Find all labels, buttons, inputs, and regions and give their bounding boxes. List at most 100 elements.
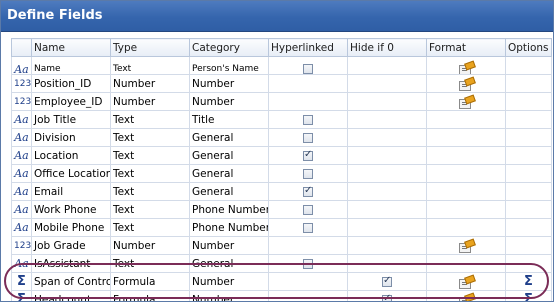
format-brush-icon[interactable] xyxy=(459,274,476,289)
format-brush-icon[interactable] xyxy=(459,292,476,301)
hyperlinked-checkbox[interactable] xyxy=(303,114,313,125)
field-category-cell[interactable]: Number xyxy=(189,236,269,255)
table-row[interactable]: Aa Name Text Person's Name xyxy=(11,56,552,75)
field-name-cell[interactable]: Email xyxy=(31,182,111,201)
field-type-cell[interactable]: Text xyxy=(110,218,190,237)
field-type-cell[interactable]: Number xyxy=(110,92,190,111)
column-header-format[interactable]: Format xyxy=(426,38,506,57)
hyperlinked-checkbox[interactable] xyxy=(303,132,313,143)
options-cell[interactable]: Σ xyxy=(505,272,552,291)
format-cell[interactable] xyxy=(426,92,506,111)
options-cell[interactable] xyxy=(505,146,552,165)
formula-options-sigma-icon[interactable]: Σ xyxy=(524,274,533,289)
field-name-cell[interactable]: Mobile Phone xyxy=(31,218,111,237)
field-name-cell[interactable]: Location xyxy=(31,146,111,165)
field-type-cell[interactable]: Text xyxy=(110,254,190,273)
field-type-cell[interactable]: Formula xyxy=(110,290,190,301)
field-type-cell[interactable]: Text xyxy=(110,56,190,75)
options-cell[interactable] xyxy=(505,218,552,237)
table-row[interactable]: Aa Email Text General xyxy=(11,182,552,201)
hyperlinked-cell[interactable] xyxy=(268,272,348,291)
column-header-name[interactable]: Name xyxy=(31,38,111,57)
hide-if-0-checkbox[interactable] xyxy=(382,293,392,301)
column-header-hide-if-0[interactable]: Hide if 0 xyxy=(347,38,427,57)
column-header-type[interactable]: Type xyxy=(110,38,190,57)
format-brush-icon[interactable] xyxy=(459,60,476,74)
field-name-cell[interactable]: Headcount xyxy=(31,290,111,301)
options-cell[interactable] xyxy=(505,56,552,75)
hide-if-0-cell[interactable] xyxy=(347,92,427,111)
hide-if-0-cell[interactable] xyxy=(347,272,427,291)
format-cell[interactable] xyxy=(426,218,506,237)
field-category-cell[interactable]: Number xyxy=(189,272,269,291)
hyperlinked-cell[interactable] xyxy=(268,182,348,201)
hide-if-0-cell[interactable] xyxy=(347,110,427,129)
hyperlinked-checkbox[interactable] xyxy=(303,168,313,179)
options-cell[interactable]: Σ xyxy=(505,290,552,301)
hyperlinked-cell[interactable] xyxy=(268,146,348,165)
format-cell[interactable] xyxy=(426,128,506,147)
format-brush-icon[interactable] xyxy=(459,76,476,91)
table-row[interactable]: 123 Job Grade Number Number xyxy=(11,236,552,255)
hyperlinked-cell[interactable] xyxy=(268,128,348,147)
hide-if-0-checkbox[interactable] xyxy=(382,275,392,287)
field-type-cell[interactable]: Text xyxy=(110,146,190,165)
column-header-hyperlinked[interactable]: Hyperlinked xyxy=(268,38,348,57)
hyperlinked-cell[interactable] xyxy=(268,290,348,301)
format-cell[interactable] xyxy=(426,146,506,165)
field-name-cell[interactable]: Job Title xyxy=(31,110,111,129)
hyperlinked-checkbox[interactable] xyxy=(303,63,313,74)
field-type-cell[interactable]: Text xyxy=(110,182,190,201)
hyperlinked-cell[interactable] xyxy=(268,164,348,183)
options-cell[interactable] xyxy=(505,236,552,255)
hide-if-0-cell[interactable] xyxy=(347,74,427,93)
formula-options-sigma-icon[interactable]: Σ xyxy=(524,292,533,301)
table-row[interactable]: Aa Division Text General xyxy=(11,128,552,147)
hyperlinked-cell[interactable] xyxy=(268,74,348,93)
field-name-cell[interactable]: Job Grade xyxy=(31,236,111,255)
options-cell[interactable] xyxy=(505,164,552,183)
hyperlinked-checkbox[interactable] xyxy=(303,222,313,233)
table-row[interactable]: Aa Work Phone Text Phone Number xyxy=(11,200,552,219)
format-cell[interactable] xyxy=(426,200,506,219)
column-header-icon[interactable] xyxy=(11,38,32,57)
options-cell[interactable] xyxy=(505,92,552,111)
hyperlinked-checkbox[interactable] xyxy=(303,149,313,161)
field-category-cell[interactable]: Title xyxy=(189,110,269,129)
hide-if-0-cell[interactable] xyxy=(347,146,427,165)
format-cell[interactable] xyxy=(426,290,506,301)
field-name-cell[interactable]: Office Location xyxy=(31,164,111,183)
table-row[interactable]: Aa IsAssistant Text General xyxy=(11,254,552,273)
options-cell[interactable] xyxy=(505,254,552,273)
field-name-cell[interactable]: Position_ID xyxy=(31,74,111,93)
hide-if-0-cell[interactable] xyxy=(347,200,427,219)
format-cell[interactable] xyxy=(426,236,506,255)
format-cell[interactable] xyxy=(426,164,506,183)
table-row[interactable]: 123 Position_ID Number Number xyxy=(11,74,552,93)
hide-if-0-cell[interactable] xyxy=(347,218,427,237)
field-category-cell[interactable]: Person's Name xyxy=(189,56,269,75)
field-category-cell[interactable]: Number xyxy=(189,74,269,93)
field-name-cell[interactable]: Span of Control xyxy=(31,272,111,291)
hide-if-0-cell[interactable] xyxy=(347,254,427,273)
hyperlinked-checkbox[interactable] xyxy=(303,258,313,269)
format-cell[interactable] xyxy=(426,182,506,201)
options-cell[interactable] xyxy=(505,128,552,147)
field-type-cell[interactable]: Text xyxy=(110,110,190,129)
field-type-cell[interactable]: Number xyxy=(110,74,190,93)
options-cell[interactable] xyxy=(505,74,552,93)
field-category-cell[interactable]: General xyxy=(189,182,269,201)
field-category-cell[interactable]: Phone Number xyxy=(189,200,269,219)
field-category-cell[interactable]: Number xyxy=(189,92,269,111)
column-header-category[interactable]: Category xyxy=(189,38,269,57)
field-type-cell[interactable]: Text xyxy=(110,200,190,219)
field-name-cell[interactable]: Name xyxy=(31,56,111,75)
field-category-cell[interactable]: Number xyxy=(189,290,269,301)
hyperlinked-cell[interactable] xyxy=(268,218,348,237)
hide-if-0-cell[interactable] xyxy=(347,56,427,75)
field-type-cell[interactable]: Text xyxy=(110,128,190,147)
hyperlinked-checkbox[interactable] xyxy=(303,185,313,197)
options-cell[interactable] xyxy=(505,182,552,201)
table-row[interactable]: Aa Location Text General xyxy=(11,146,552,165)
field-name-cell[interactable]: Work Phone xyxy=(31,200,111,219)
